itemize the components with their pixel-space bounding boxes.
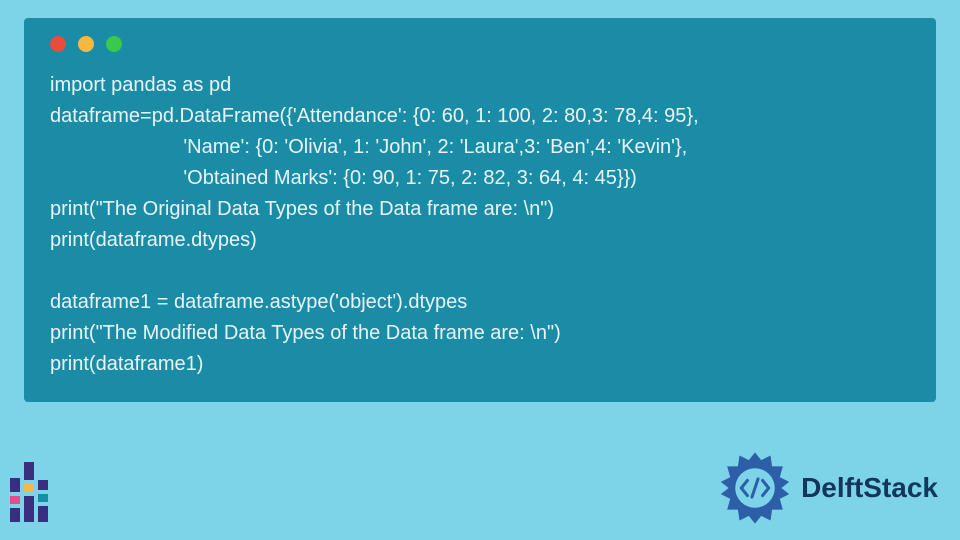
- gear-icon: [717, 450, 793, 526]
- code-block: import pandas as pd dataframe=pd.DataFra…: [50, 70, 910, 380]
- left-logo-icon: [10, 458, 48, 522]
- close-icon: [50, 36, 66, 52]
- window-controls: [50, 36, 910, 52]
- code-panel: import pandas as pd dataframe=pd.DataFra…: [24, 18, 936, 402]
- brand-logo: DelftStack: [717, 450, 938, 526]
- maximize-icon: [106, 36, 122, 52]
- minimize-icon: [78, 36, 94, 52]
- brand-name: DelftStack: [801, 472, 938, 504]
